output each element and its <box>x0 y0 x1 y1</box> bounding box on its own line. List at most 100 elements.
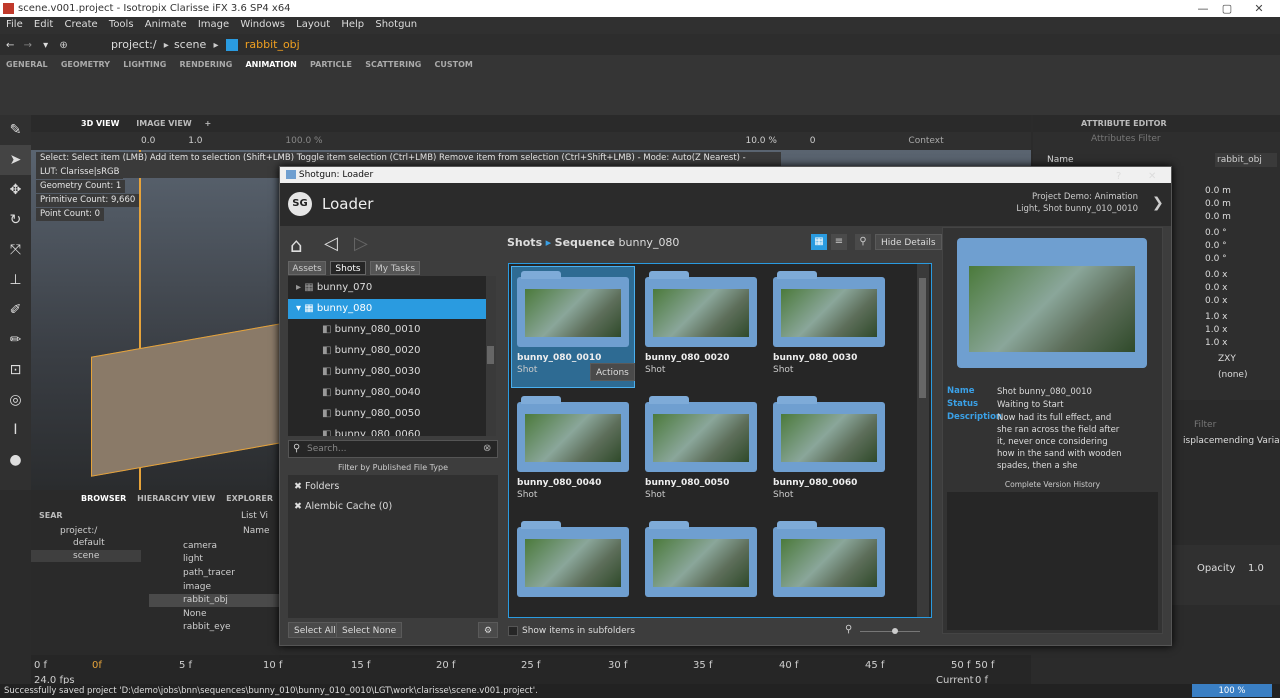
move-tool-icon[interactable]: ✥ <box>0 175 31 205</box>
tree-scene[interactable]: scene <box>73 551 99 561</box>
scale-z[interactable]: 0.0 x <box>1205 296 1280 308</box>
actions-button[interactable]: Actions <box>590 363 635 381</box>
speed-value-input[interactable]: 1.0 <box>188 136 202 146</box>
thumbnail-size-slider[interactable] <box>860 631 920 632</box>
opacity-value[interactable]: 1.0 <box>1248 563 1264 574</box>
path-scene[interactable]: scene <box>174 38 206 51</box>
path-item[interactable]: rabbit_obj <box>245 38 300 51</box>
shot-tile[interactable] <box>768 517 890 617</box>
zoom-value[interactable]: 100.0 % <box>285 136 322 146</box>
shot-tile[interactable]: bunny_080_0040 Shot <box>512 392 634 512</box>
item-path-tracer[interactable]: path_tracer <box>183 568 235 578</box>
filter-alembic[interactable]: ✖ Alembic Cache (0) <box>294 501 392 512</box>
back-nav-icon[interactable]: ◁ <box>324 233 338 254</box>
rotate-y[interactable]: 0.0 ° <box>1205 241 1280 253</box>
shelf-tab-rendering[interactable]: RENDERING <box>179 60 232 69</box>
search-field[interactable]: ⚲ Search... ⊗ <box>288 440 498 458</box>
menu-shotgun[interactable]: Shotgun <box>375 19 417 30</box>
tree-item-bunny-080-0050[interactable]: ◧ bunny_080_0050 <box>288 404 486 424</box>
maximize-button[interactable]: ▢ <box>1212 0 1242 17</box>
selected-object[interactable] <box>91 323 281 477</box>
menu-create[interactable]: Create <box>64 19 97 30</box>
item-image[interactable]: image <box>183 582 211 592</box>
menu-file[interactable]: File <box>6 19 23 30</box>
shelf-tab-lighting[interactable]: LIGHTING <box>123 60 166 69</box>
tree-item-bunny-080-0020[interactable]: ◧ bunny_080_0020 <box>288 341 486 361</box>
zoom2-value[interactable]: 10.0 % <box>745 136 776 146</box>
menu-windows[interactable]: Windows <box>240 19 285 30</box>
tab-explorer[interactable]: EXPLORER <box>226 494 273 503</box>
context-dropdown[interactable]: Context <box>908 136 943 146</box>
tab-3d-view[interactable]: 3D VIEW <box>81 119 119 128</box>
frame-value[interactable]: 0 <box>810 136 816 146</box>
history-dropdown-icon[interactable]: ▾ <box>43 40 48 51</box>
shot-tile[interactable]: bunny_080_0060 Shot <box>768 392 890 512</box>
search-input[interactable]: Search... <box>307 444 347 454</box>
shelf-tab-custom[interactable]: CUSTOM <box>435 60 473 69</box>
close-window-button[interactable]: ✕ <box>1244 0 1274 17</box>
show-subfolders-checkbox[interactable] <box>508 626 518 636</box>
menu-layout[interactable]: Layout <box>296 19 330 30</box>
rotate-tool-icon[interactable]: ↻ <box>0 205 31 235</box>
paint-tool-icon[interactable]: ✐ <box>0 295 31 325</box>
item-light[interactable]: light <box>183 554 203 564</box>
breadcrumb-sequence[interactable]: Sequence <box>555 236 615 249</box>
tab-my-tasks[interactable]: My Tasks <box>370 261 420 275</box>
scale-tool-icon[interactable]: ⤧ <box>0 235 31 265</box>
shear-z[interactable]: 1.0 x <box>1205 338 1280 350</box>
tab-search[interactable]: SEAR <box>39 511 63 520</box>
tree-item-bunny-080-0010[interactable]: ◧ bunny_080_0010 <box>288 320 486 340</box>
measure-tool-icon[interactable]: I <box>0 415 31 445</box>
item-rabbit-eye[interactable]: rabbit_eye <box>183 622 231 632</box>
select-all-button[interactable]: Select All <box>288 622 342 638</box>
clear-search-icon[interactable]: ⊗ <box>483 443 491 454</box>
filter-input[interactable]: Filter <box>1194 420 1216 430</box>
shot-tile[interactable] <box>512 517 634 617</box>
rotate-z[interactable]: 0.0 ° <box>1205 254 1280 266</box>
add-tab-button[interactable]: + <box>204 119 211 128</box>
breadcrumb-shots[interactable]: Shots <box>507 236 542 249</box>
name-field[interactable]: rabbit_obj <box>1215 153 1277 167</box>
nav-icon[interactable]: ⊕ <box>59 40 67 51</box>
tab-browser[interactable]: BROWSER <box>81 494 126 503</box>
forward-icon[interactable]: → <box>24 40 32 51</box>
shot-tile[interactable]: bunny_080_0030 Shot <box>768 267 890 387</box>
home-icon[interactable]: ⌂ <box>290 233 303 257</box>
color-tool-icon[interactable]: ● <box>0 445 31 475</box>
path-root[interactable]: project:/ <box>111 38 157 51</box>
shot-tile[interactable]: bunny_080_0020 Shot <box>640 267 762 387</box>
tree-project[interactable]: project:/ <box>60 526 97 536</box>
shear-x[interactable]: 1.0 x <box>1205 312 1280 324</box>
pen-tool-icon[interactable]: ✎ <box>0 115 31 145</box>
scale-y[interactable]: 0.0 x <box>1205 283 1280 295</box>
menu-image[interactable]: Image <box>198 19 229 30</box>
camera-tool-icon[interactable]: ◎ <box>0 385 31 415</box>
help-button[interactable]: ? <box>1116 171 1121 182</box>
attribute-filter-input[interactable]: Attributes Filter <box>1091 134 1161 144</box>
tree-scrollbar[interactable] <box>486 276 496 436</box>
shelf-tab-general[interactable]: GENERAL <box>6 60 48 69</box>
rotation-order[interactable]: ZXY <box>1218 354 1280 366</box>
tree-item-bunny-080-0040[interactable]: ◧ bunny_080_0040 <box>288 383 486 403</box>
tab-image-view[interactable]: IMAGE VIEW <box>136 119 191 128</box>
menu-animate[interactable]: Animate <box>145 19 187 30</box>
brush-tool-icon[interactable]: ✏ <box>0 325 31 355</box>
item-none[interactable]: None <box>183 609 206 619</box>
shelf-tab-geometry[interactable]: GEOMETRY <box>61 60 110 69</box>
translate-x[interactable]: 0.0 m <box>1205 186 1280 198</box>
timeline[interactable]: 0 f 0f 5 f 10 f 15 f 20 f 25 f 30 f 35 f… <box>31 655 1031 686</box>
timeline-current-marker[interactable]: 0f <box>92 660 102 671</box>
slider-handle[interactable] <box>892 628 898 634</box>
shelf-tab-particle[interactable]: PARTICLE <box>310 60 352 69</box>
back-icon[interactable]: ← <box>6 40 14 51</box>
shot-tile[interactable]: bunny_080_0050 Shot <box>640 392 762 512</box>
stamp-tool-icon[interactable]: ⊥ <box>0 265 31 295</box>
thumbnail-view-icon[interactable]: ▦ <box>811 234 827 250</box>
list-view-toggle[interactable]: List Vi <box>241 511 268 521</box>
parent-value[interactable]: (none) <box>1218 370 1280 382</box>
forward-nav-icon[interactable]: ▷ <box>354 233 368 254</box>
menu-edit[interactable]: Edit <box>34 19 53 30</box>
shear-y[interactable]: 1.0 x <box>1205 325 1280 337</box>
hide-details-button[interactable]: Hide Details <box>875 234 942 250</box>
translate-z[interactable]: 0.0 m <box>1205 212 1280 224</box>
